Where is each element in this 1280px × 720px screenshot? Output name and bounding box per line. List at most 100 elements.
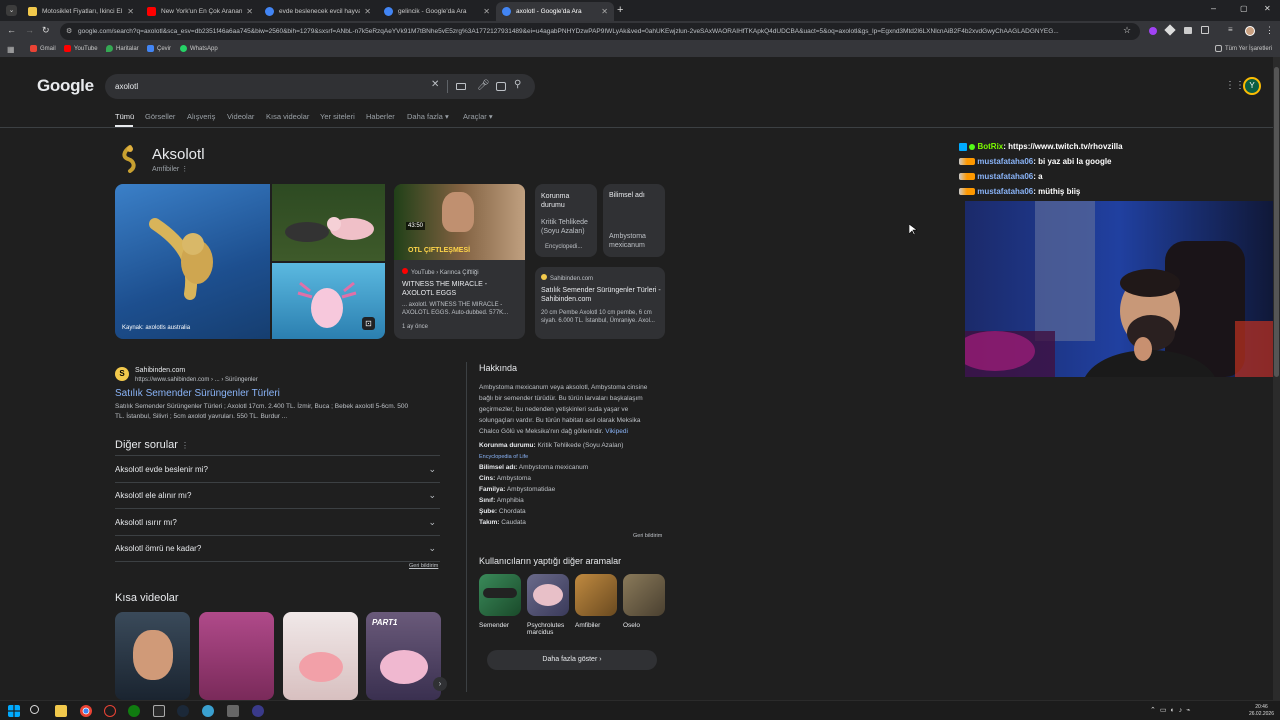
eol-link[interactable]: Encyclopedia of Life <box>479 454 528 460</box>
related-thumbnail[interactable] <box>527 574 569 616</box>
account-avatar[interactable]: Y <box>1243 77 1261 95</box>
all-bookmarks[interactable]: Tüm Yer İşaretleri <box>1215 45 1272 52</box>
related-label[interactable]: Oselo <box>623 622 673 629</box>
extensions-puzzle-icon[interactable] <box>1201 26 1209 34</box>
obs-icon[interactable] <box>252 705 264 717</box>
short-video-thumbnail[interactable] <box>283 612 358 700</box>
search-icon[interactable] <box>30 705 39 714</box>
bookmark-whatsapp[interactable]: WhatsApp <box>180 45 218 52</box>
bookmark-translate[interactable]: Çevir <box>147 45 171 52</box>
related-thumbnail[interactable] <box>623 574 665 616</box>
tab-shopping[interactable]: Alışveriş <box>187 112 215 121</box>
short-video-thumbnail[interactable] <box>115 612 190 700</box>
main-axolotl-image[interactable]: Kaynak: axolotls australia <box>115 184 270 339</box>
short-video-thumbnail[interactable] <box>199 612 274 700</box>
close-icon[interactable]: ✕ <box>601 7 608 16</box>
clear-icon[interactable]: ✕ <box>431 79 439 90</box>
feedback-link[interactable]: Geri bildirim <box>409 563 438 569</box>
search-input[interactable]: axolotl ✕ 🎤︎ ⚲ <box>105 74 535 99</box>
sahibinden-card[interactable]: Sahibinden.com Satılık Semender Sürüngen… <box>535 267 665 339</box>
chrome-icon[interactable] <box>80 705 92 717</box>
browser-tab-active[interactable]: axolotl - Google'da Ara ✕ <box>496 2 614 21</box>
related-label[interactable]: Psychrolutes marcidus <box>527 622 577 636</box>
image-search-icon[interactable]: ⊡ <box>362 317 375 330</box>
tab-tools[interactable]: Araçlar ▾ <box>463 112 493 121</box>
page-scrollbar[interactable] <box>1273 57 1280 700</box>
bookmark-star-icon[interactable]: ☆ <box>1123 25 1131 36</box>
result-title-link[interactable]: Satılık Semender Sürüngenler Türleri <box>115 388 280 399</box>
close-window-button[interactable]: ✕ <box>1264 4 1271 13</box>
extension-icon[interactable] <box>1149 27 1157 35</box>
bookmark-maps[interactable]: Haritalar <box>106 45 139 52</box>
tab-videos[interactable]: Videolar <box>227 112 254 121</box>
microphone-icon[interactable]: 🎤︎ <box>477 80 490 91</box>
scientific-name-card[interactable]: Bilimsel adı Ambystoma mexicanum <box>603 184 665 257</box>
axolotl-image[interactable] <box>272 184 385 261</box>
media-icon[interactable]: ≡ <box>1228 25 1233 34</box>
site-info-icon[interactable]: ⚙ <box>66 27 72 35</box>
short-video-thumbnail[interactable]: PART1 <box>366 612 441 700</box>
forward-icon[interactable]: → <box>25 25 34 35</box>
show-more-button[interactable]: Daha fazla göster › <box>487 650 657 670</box>
file-explorer-icon[interactable] <box>55 705 67 717</box>
back-icon[interactable]: ← <box>7 25 16 35</box>
tab-search-icon[interactable]: ⌄ <box>6 5 17 16</box>
windows-start-icon[interactable] <box>8 705 20 717</box>
tab-short-videos[interactable]: Kısa videolar <box>266 112 309 121</box>
lens-camera-icon[interactable] <box>496 82 506 91</box>
search-icon[interactable]: ⚲ <box>514 79 521 90</box>
bookmark-youtube[interactable]: YouTube <box>64 45 98 52</box>
axolotl-image[interactable]: ⊡ <box>272 263 385 339</box>
apps-grid-icon[interactable]: ▦ <box>7 45 15 54</box>
faq-item[interactable]: Aksolotl evde beslenir mi? ⌄ <box>115 456 440 482</box>
clock[interactable]: 20:46 26.02.2026 <box>1249 704 1274 718</box>
system-tray-icons[interactable]: ⌃▭◐♪⌁ <box>1150 706 1194 714</box>
more-vert-icon[interactable]: ⋮ <box>181 166 188 173</box>
profile-avatar-icon[interactable] <box>1245 26 1255 36</box>
related-thumbnail[interactable] <box>575 574 617 616</box>
app-icon[interactable] <box>227 705 239 717</box>
browser-tab[interactable]: Motosiklet Fiyatları, İkinci El ve ✕ <box>22 2 140 21</box>
tab-more[interactable]: Daha fazla ▾ <box>407 112 449 121</box>
faq-item[interactable]: Aksolotl ısırır mı? ⌄ <box>115 509 440 535</box>
keyboard-icon[interactable] <box>456 83 466 90</box>
carousel-next-icon[interactable]: › <box>433 677 447 691</box>
close-icon[interactable]: ✕ <box>127 7 134 16</box>
conservation-status-card[interactable]: Korunma durumu Kritik Tehlikede (Soyu Az… <box>535 184 597 257</box>
video-title[interactable]: WITNESS THE MIRACLE - AXOLOTL EGGS <box>402 280 520 298</box>
app-icon[interactable] <box>104 705 116 717</box>
network-app-icon[interactable] <box>202 705 214 717</box>
reload-icon[interactable]: ↻ <box>42 25 50 36</box>
scrollbar-thumb[interactable] <box>1274 67 1279 377</box>
faq-item[interactable]: Aksolotl ömrü ne kadar? ⌄ <box>115 535 440 561</box>
card-title[interactable]: Satılık Semender Sürüngenler Türleri - S… <box>541 286 663 304</box>
close-icon[interactable]: ✕ <box>483 7 490 16</box>
maximize-button[interactable]: ▢ <box>1240 4 1248 13</box>
google-apps-icon[interactable]: ⋮⋮ <box>1225 80 1245 91</box>
close-icon[interactable]: ✕ <box>246 7 253 16</box>
more-vert-icon[interactable]: ⋮ <box>181 441 189 450</box>
related-label[interactable]: Semender <box>479 622 529 629</box>
xbox-icon[interactable] <box>128 705 140 717</box>
menu-icon[interactable]: ⋮ <box>1265 25 1274 36</box>
new-tab-button[interactable]: + <box>617 4 623 16</box>
address-bar[interactable]: ⚙ google.com/search?q=axolotl&sca_esv=db… <box>60 23 1140 40</box>
tab-news[interactable]: Haberler <box>366 112 395 121</box>
tab-images[interactable]: Görseller <box>145 112 175 121</box>
tab-web[interactable]: Yer siteleri <box>320 112 355 121</box>
related-thumbnail[interactable] <box>479 574 521 616</box>
feedback-link[interactable]: Geri bildirim <box>633 533 662 539</box>
epic-games-icon[interactable] <box>153 705 165 717</box>
close-icon[interactable]: ✕ <box>364 7 371 16</box>
bookmark-gmail[interactable]: Gmail <box>30 45 56 52</box>
related-label[interactable]: Amfibiler <box>575 622 625 629</box>
google-logo[interactable]: Google <box>37 76 94 96</box>
tab-all[interactable]: Tümü <box>115 112 134 121</box>
browser-tab[interactable]: New York'un En Çok Aranan Sa✕ <box>141 2 259 21</box>
extension-icon[interactable] <box>1164 24 1176 36</box>
video-thumbnail[interactable]: 43:50 OTL ÇIFTLEŞMESİ <box>394 184 525 260</box>
extension-icon[interactable] <box>1184 27 1192 34</box>
steam-icon[interactable] <box>177 705 189 717</box>
faq-item[interactable]: Aksolotl ele alınır mı? ⌄ <box>115 482 440 508</box>
minimize-button[interactable]: – <box>1211 3 1216 13</box>
